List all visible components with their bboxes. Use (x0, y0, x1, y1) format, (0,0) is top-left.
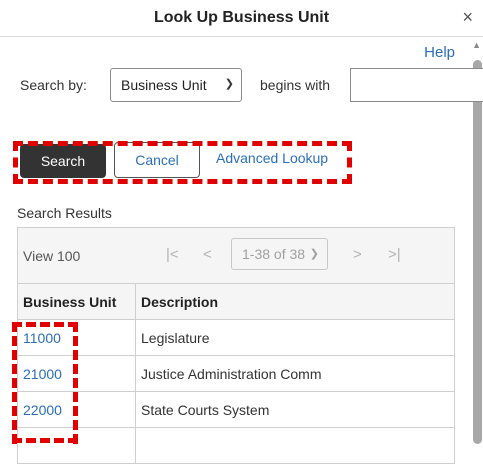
operator-label: begins with (260, 77, 331, 93)
previous-page-icon[interactable]: < (203, 246, 212, 263)
chevron-down-icon: ❯ (309, 248, 319, 260)
first-page-icon[interactable]: |< (166, 246, 179, 263)
table-row[interactable]: 11000 Legislature (17, 319, 455, 356)
next-page-icon[interactable]: > (353, 246, 362, 263)
business-unit-link[interactable]: 11000 (23, 330, 61, 346)
search-value-input[interactable] (350, 68, 483, 102)
scrollbar-thumb[interactable] (473, 60, 482, 444)
business-unit-cell (17, 427, 136, 464)
help-link[interactable]: Help (424, 44, 455, 61)
business-unit-cell: 22000 (17, 391, 136, 428)
results-table: Business Unit Description 11000 Legislat… (17, 283, 455, 464)
cancel-button[interactable]: Cancel (114, 142, 200, 178)
table-header-row: Business Unit Description (17, 283, 455, 320)
description-cell: Justice Administration Comm (135, 355, 455, 392)
advanced-lookup-link[interactable]: Advanced Lookup (216, 150, 328, 166)
dialog-title: Look Up Business Unit (153, 9, 330, 26)
grid-navigation-bar: View 100 |< < 1-38 of 38 ❯ > >| (18, 228, 454, 283)
business-unit-cell: 11000 (17, 319, 136, 356)
column-header-description[interactable]: Description (135, 283, 455, 320)
view-100-link[interactable]: View 100 (23, 248, 80, 264)
description-cell (135, 427, 455, 464)
business-unit-link[interactable]: 21000 (23, 366, 62, 382)
column-header-business-unit[interactable]: Business Unit (17, 283, 136, 320)
search-field-select-value: Business Unit (121, 77, 207, 93)
dialog-titlebar: Look Up Business Unit × (0, 0, 483, 37)
page-range-value: 1-38 of 38 (242, 246, 306, 262)
description-cell: Legislature (135, 319, 455, 356)
table-row[interactable]: 21000 Justice Administration Comm (17, 355, 455, 392)
table-row[interactable]: 22000 State Courts System (17, 391, 455, 428)
search-by-label: Search by: (20, 77, 87, 93)
business-unit-cell: 21000 (17, 355, 136, 392)
chevron-down-icon: ❯ (224, 78, 234, 90)
last-page-icon[interactable]: >| (388, 246, 401, 263)
results-grid: View 100 |< < 1-38 of 38 ❯ > >| Business… (17, 227, 455, 464)
close-icon[interactable]: × (462, 6, 473, 28)
search-results-label: Search Results (17, 205, 112, 221)
scroll-up-arrow-icon[interactable]: ▲ (472, 40, 481, 50)
search-button[interactable]: Search (20, 144, 106, 178)
description-cell: State Courts System (135, 391, 455, 428)
page-range-select[interactable]: 1-38 of 38 ❯ (231, 238, 328, 270)
table-row[interactable] (17, 427, 455, 464)
business-unit-link[interactable]: 22000 (23, 402, 62, 418)
search-field-select[interactable]: Business Unit ❯ (110, 68, 242, 102)
